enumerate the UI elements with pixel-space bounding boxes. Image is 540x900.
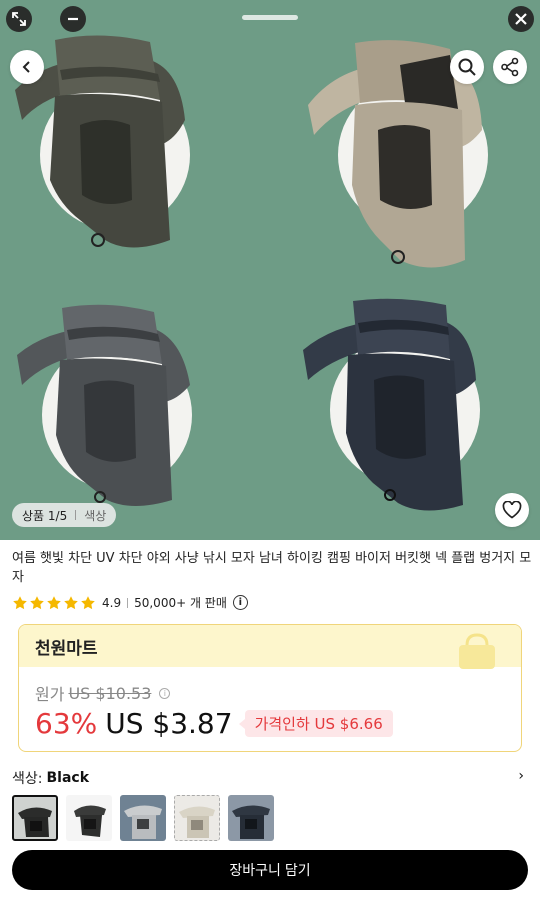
deal-header: 천원마트 [19,625,521,669]
divider [75,510,77,520]
image-counter: 상품 1/5 색상 [12,503,117,527]
rating-stars [12,595,96,611]
swatch-khaki[interactable] [174,795,220,841]
add-to-cart-button[interactable]: 장바구니 담기 [12,850,528,890]
hat-thumbnail [232,805,270,839]
info-icon[interactable]: i [159,687,171,699]
hat-thumbnail [179,806,215,838]
sold-count: 50,000+ 개 판매 [134,596,227,610]
wishlist-button[interactable] [495,493,529,527]
swatch-grey[interactable] [120,795,166,841]
color-selector-header[interactable]: 색상: Black › [12,768,528,788]
star-icon [47,595,61,609]
search-icon [458,58,476,76]
color-label: 색상: [12,771,43,787]
gallery-color-tag[interactable]: 색상 [84,507,106,524]
original-price-label: 원가 [35,685,65,704]
chevron-right-icon: › [518,768,524,784]
heart-icon [502,501,522,519]
info-icon[interactable]: i [232,595,248,610]
hat-thumbnail [18,807,52,837]
deal-brand: 천원마트 [35,638,98,659]
star-icon [81,595,95,609]
rating-value: 4.9 [102,595,122,610]
sale-price: US $3.87 [105,707,233,740]
swatch-black-mesh[interactable] [66,795,112,841]
expand-button[interactable] [6,6,32,32]
minimize-button[interactable] [60,6,86,32]
price-row: 63% US $3.87 가격인하 US $6.66 [35,707,393,740]
star-icon [13,595,27,609]
rating-row[interactable]: 4.9 50,000+ 개 판매 i [12,594,248,611]
color-swatches [12,795,274,841]
divider [127,597,129,608]
deal-box: 천원마트 원가 US $10.53 i 63% US $3.87 가격인하 US… [18,624,522,752]
share-icon [501,57,519,77]
hat-thumbnail [74,805,106,837]
discount-percent: 63% [35,707,98,740]
back-button[interactable] [10,50,44,84]
product-title: 여름 햇빛 차단 UV 차단 야외 사냥 낚시 모자 남녀 하이킹 캠핑 바이저… [12,551,532,585]
close-button[interactable] [508,6,534,32]
share-button[interactable] [493,50,527,84]
drag-handle[interactable] [242,15,298,20]
hat-thumbnail [124,805,162,839]
price-drop-badge: 가격인하 US $6.66 [238,710,393,737]
hat-image-navy [303,298,476,511]
minimize-icon [68,17,78,21]
product-image-gallery[interactable]: 상품 1/5 색상 [0,0,540,540]
original-price-row: 원가 US $10.53 i [35,681,171,705]
back-icon [22,61,30,73]
swatch-black[interactable] [12,795,58,841]
shopping-bag-icon [459,633,495,669]
close-icon [515,13,527,25]
star-icon [64,595,78,609]
expand-icon [12,12,26,26]
star-icon [30,595,44,609]
selected-color: Black [46,770,90,786]
original-price: US $10.53 [68,683,152,703]
swatch-navy[interactable] [228,795,274,841]
image-counter-label: 상품 1/5 [22,508,68,523]
search-button[interactable] [450,50,484,84]
hat-image-grey [17,304,190,506]
